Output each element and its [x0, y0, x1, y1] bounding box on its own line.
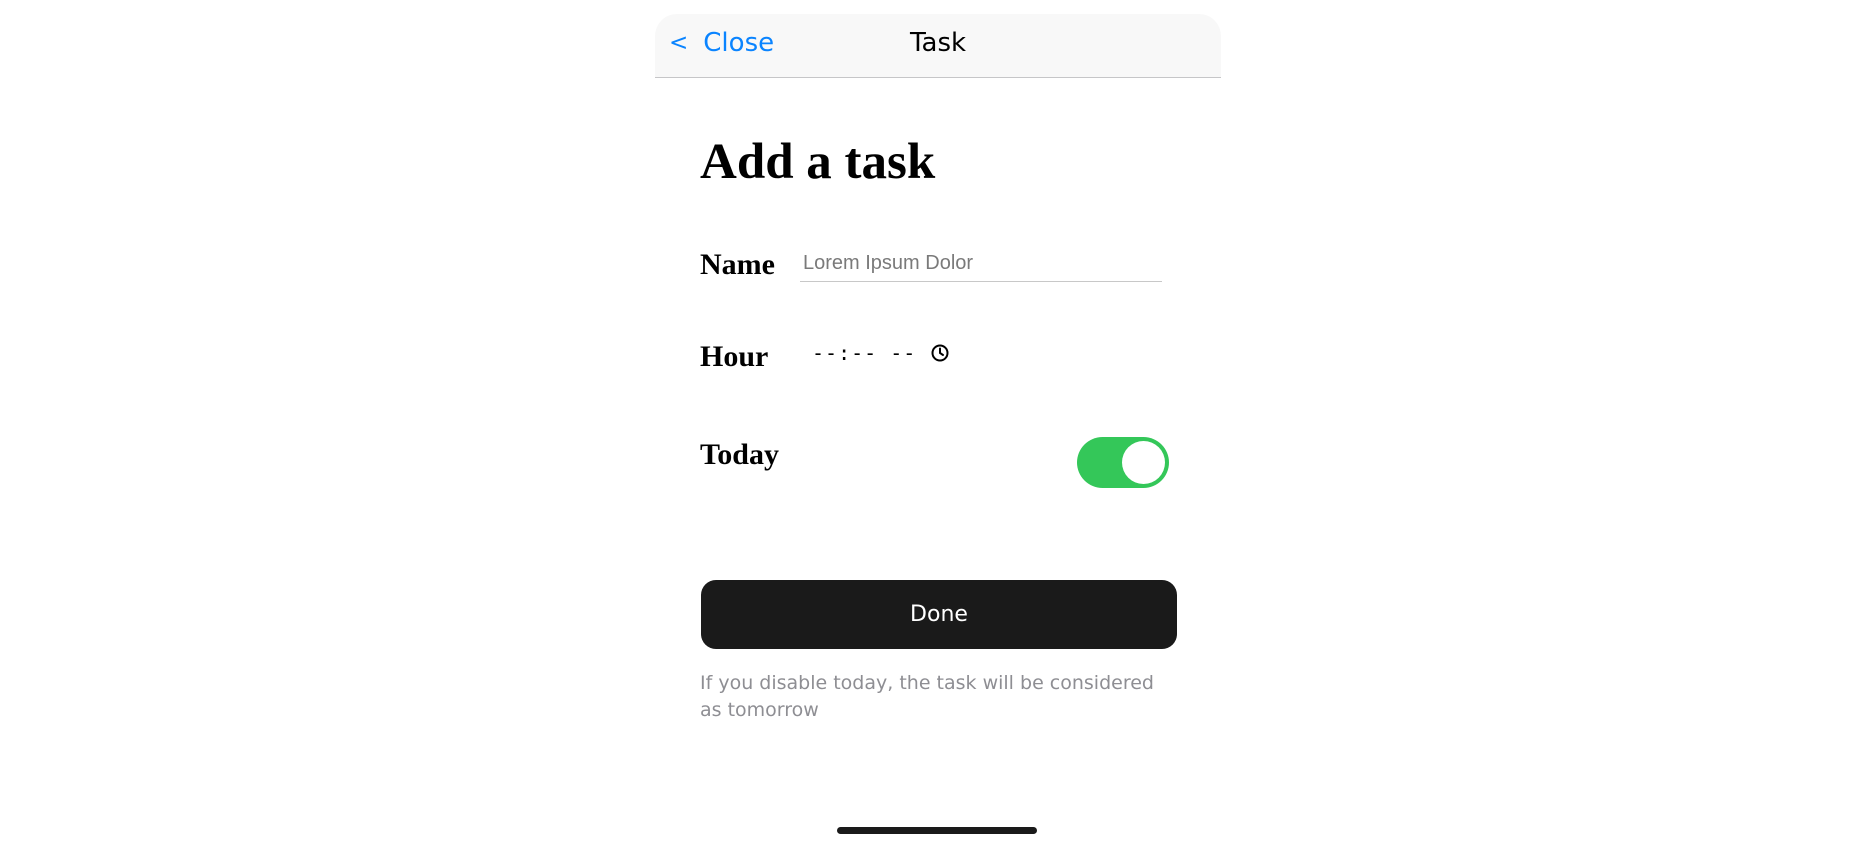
hour-time-value: --:-- --	[812, 341, 917, 365]
name-input[interactable]	[800, 246, 1162, 282]
page-title: Add a task	[700, 134, 936, 190]
hour-time-input[interactable]: --:-- --	[812, 336, 950, 370]
nav-title: Task	[909, 28, 967, 58]
task-screen: < Close Task Add a task Name Hour --:-- …	[655, 14, 1221, 844]
hint-text: If you disable today, the task will be c…	[700, 672, 1154, 721]
today-label: Today	[700, 438, 779, 471]
today-toggle[interactable]	[1077, 437, 1169, 488]
toggle-knob	[1122, 441, 1165, 484]
clock-icon[interactable]	[930, 343, 950, 363]
navigation-bar: < Close Task	[655, 14, 1221, 78]
home-indicator	[837, 827, 1037, 834]
done-button[interactable]: Done	[701, 580, 1177, 649]
hour-label: Hour	[700, 340, 769, 373]
name-label: Name	[700, 248, 775, 281]
